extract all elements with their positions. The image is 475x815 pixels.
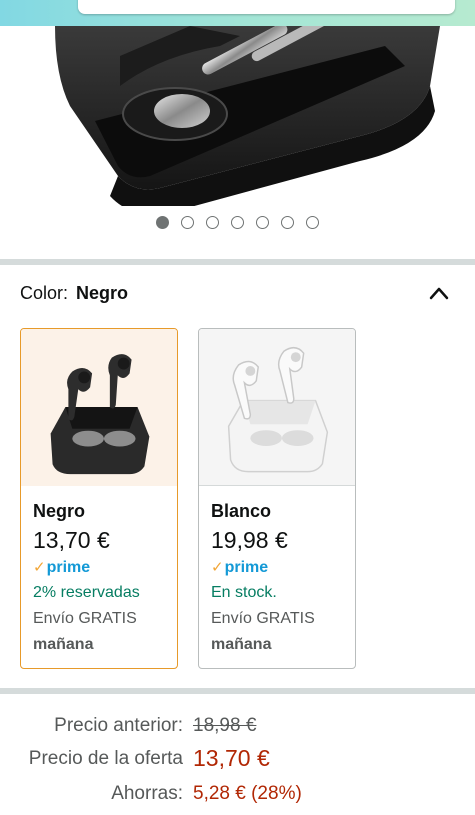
variant-name: Blanco: [211, 501, 272, 521]
selected-color-value: Negro: [76, 283, 129, 303]
variant-name: Negro: [33, 501, 86, 521]
deal-price-label: Precio de la oferta: [28, 748, 183, 769]
product-image[interactable]: [0, 26, 475, 206]
color-selector-header[interactable]: Color: Negro: [20, 283, 455, 309]
carousel-dot-2[interactable]: [181, 216, 194, 229]
image-carousel-dots: [0, 216, 475, 232]
savings-value: 5,28 € (28%): [193, 783, 302, 804]
prime-label: prime: [46, 559, 91, 576]
savings-label: Ahorras:: [111, 783, 183, 804]
deal-price-value: 13,70 €: [193, 745, 270, 771]
black-earbuds-thumbnail: [21, 329, 177, 486]
prime-check-icon: ✓: [211, 559, 224, 576]
section-divider: [0, 259, 475, 265]
deal-price-row: Precio de la oferta 13,70 €: [0, 745, 475, 775]
variant-price: 13,70 €: [33, 527, 110, 553]
variant-delivery: mañana: [33, 636, 94, 653]
carousel-dot-4[interactable]: [231, 216, 244, 229]
previous-price-value: 18,98 €: [193, 715, 257, 736]
prime-badge: ✓prime: [33, 557, 177, 579]
white-earbuds-thumbnail: [199, 329, 355, 486]
section-divider: [0, 688, 475, 694]
carousel-dot-1[interactable]: [156, 216, 169, 229]
top-header-bar: [0, 0, 475, 26]
color-label: Color:: [20, 283, 69, 303]
carousel-dot-3[interactable]: [206, 216, 219, 229]
savings-row: Ahorras: 5,28 € (28%): [0, 780, 475, 810]
variant-delivery: mañana: [211, 636, 272, 653]
prime-badge: ✓prime: [211, 557, 355, 579]
variant-availability: 2% reservadas: [33, 584, 140, 601]
variant-availability: En stock.: [211, 584, 277, 601]
carousel-dot-7[interactable]: [306, 216, 319, 229]
previous-price-row: Precio anterior: 18,98 €: [0, 712, 475, 742]
variant-shipping: Envío GRATIS: [33, 610, 137, 627]
previous-price-label: Precio anterior:: [54, 715, 183, 736]
variant-card-blanco[interactable]: Blanco 19,98 € ✓prime En stock. Envío GR…: [198, 328, 356, 669]
carousel-dot-5[interactable]: [256, 216, 269, 229]
chevron-up-icon[interactable]: [429, 285, 449, 301]
carousel-dot-6[interactable]: [281, 216, 294, 229]
variant-shipping: Envío GRATIS: [211, 610, 315, 627]
prime-label: prime: [224, 559, 269, 576]
variant-card-negro[interactable]: Negro 13,70 € ✓prime 2% reservadas Envío…: [20, 328, 178, 669]
variant-price: 19,98 €: [211, 527, 288, 553]
black-earbuds-case-photo: [55, 26, 440, 206]
search-input[interactable]: [78, 0, 455, 14]
prime-check-icon: ✓: [33, 559, 46, 576]
